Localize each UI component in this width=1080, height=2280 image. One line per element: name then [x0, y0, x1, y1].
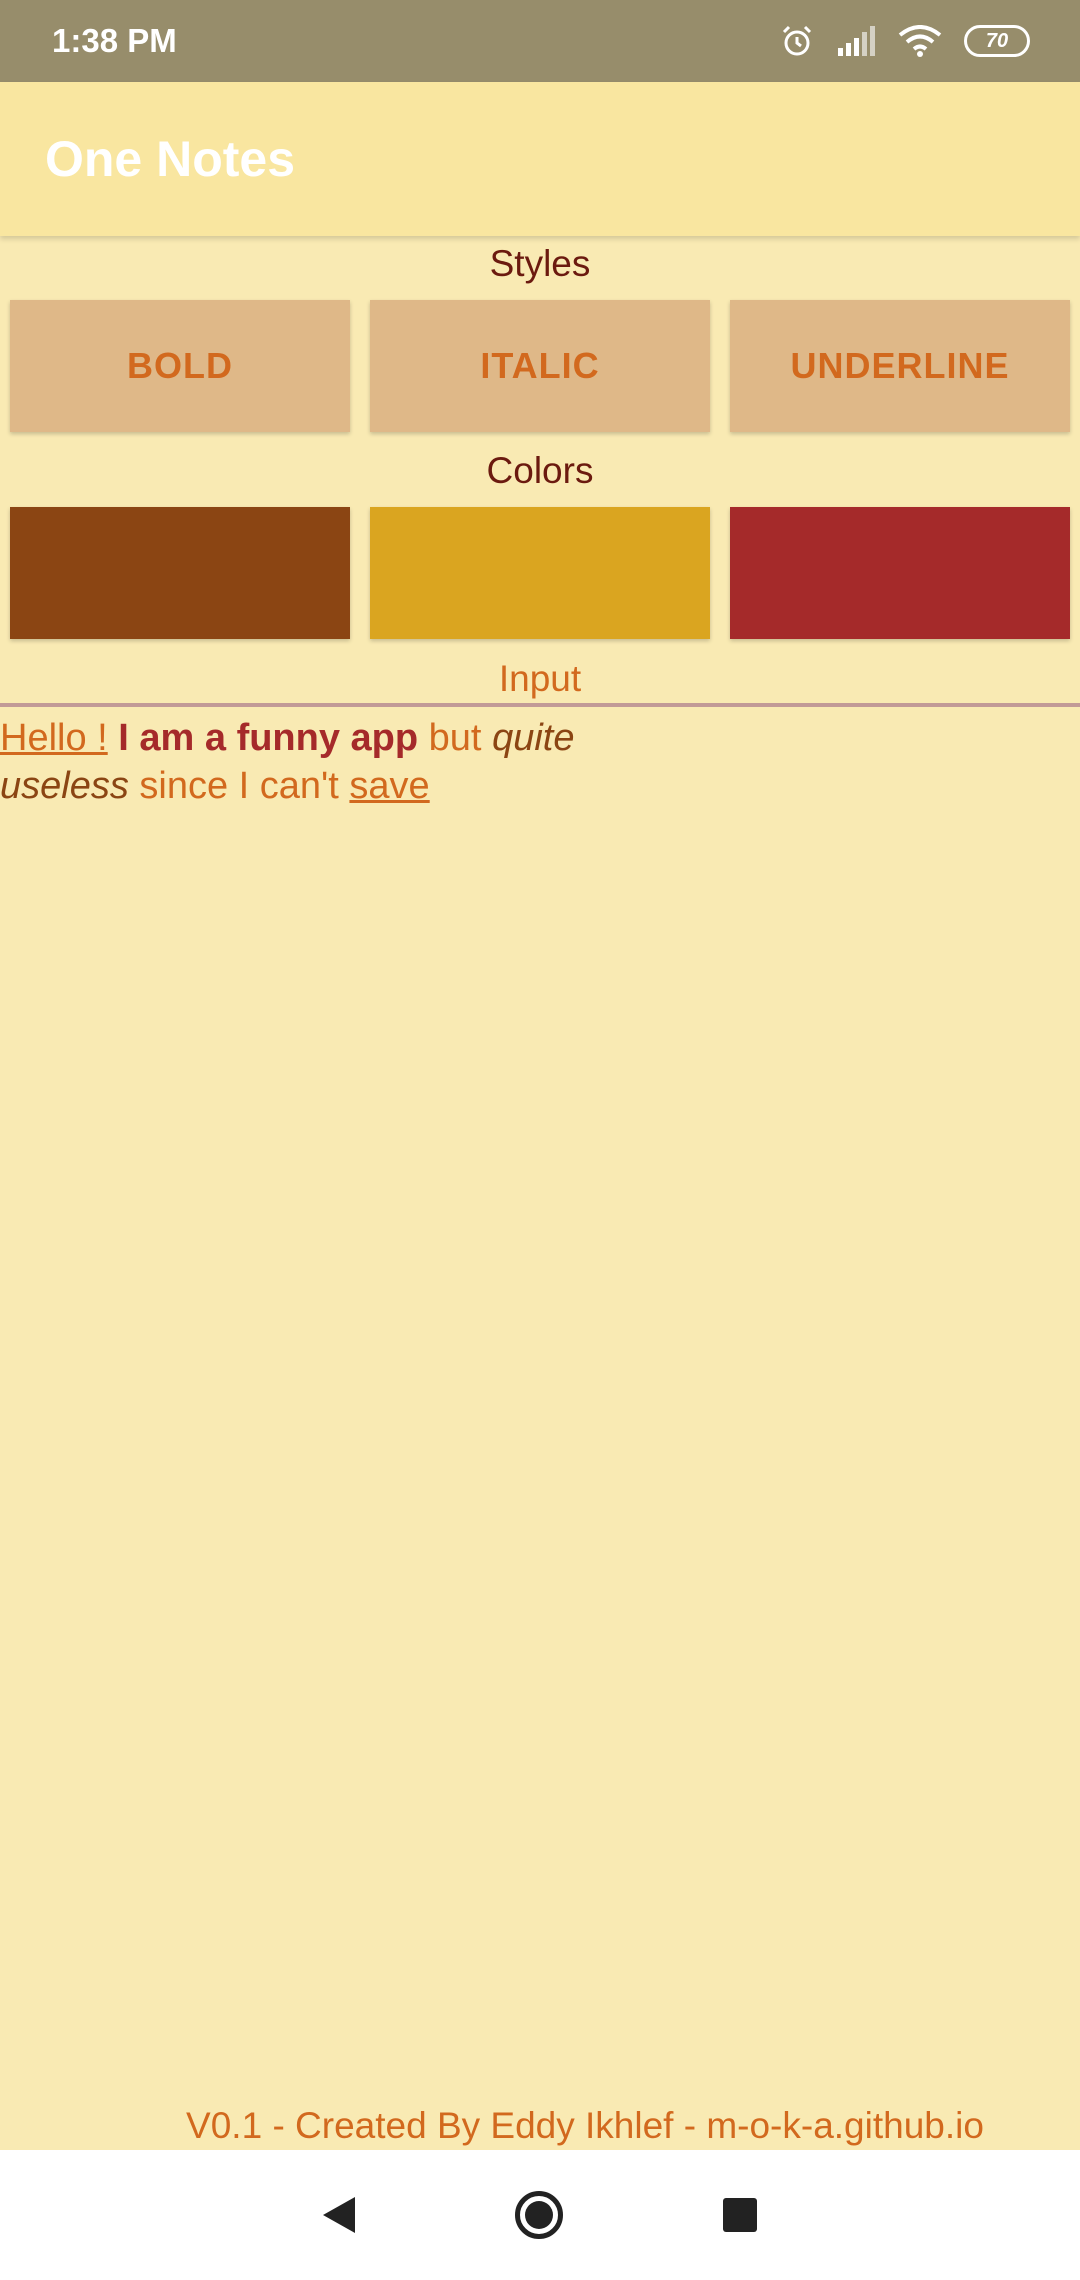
status-icons: 70: [780, 24, 1030, 58]
underline-button[interactable]: UNDERLINE: [730, 300, 1070, 432]
text-space: [108, 717, 119, 759]
text-underlined-save: save: [349, 765, 430, 807]
input-divider: [0, 703, 1080, 707]
text-plain-but: but: [418, 717, 493, 759]
color-red-button[interactable]: [730, 507, 1070, 639]
color-buttons: [10, 507, 1070, 639]
color-brown-button[interactable]: [10, 507, 350, 639]
app-title: One Notes: [45, 131, 296, 187]
bold-button[interactable]: BOLD: [10, 300, 350, 432]
signal-icon: [838, 26, 875, 56]
styles-label: Styles: [489, 243, 591, 284]
navigation-bar: [0, 2150, 1080, 2280]
back-icon[interactable]: [323, 2197, 355, 2233]
battery-level: 70: [985, 29, 1009, 52]
text-bold: I am a funny app: [118, 717, 419, 759]
text-plain-since: since I can't: [128, 765, 350, 807]
app-bar: One Notes: [0, 82, 1080, 236]
colors-label: Colors: [486, 450, 594, 491]
text-underlined-hello: Hello !: [0, 717, 108, 759]
wifi-icon: [898, 25, 942, 57]
color-gold-button[interactable]: [370, 507, 710, 639]
battery-icon: 70: [964, 25, 1030, 57]
note-editor[interactable]: Hello ! I am a funny app but quite usele…: [0, 714, 620, 810]
status-time: 1:38 PM: [52, 22, 177, 59]
footer-credits: V0.1 - Created By Eddy Ikhlef - m-o-k-a.…: [186, 2105, 984, 2146]
recents-icon[interactable]: [723, 2198, 757, 2232]
input-label: Input: [498, 658, 582, 699]
alarm-icon: [782, 25, 812, 56]
style-buttons: BOLD ITALIC UNDERLINE: [10, 300, 1070, 432]
italic-button[interactable]: ITALIC: [370, 300, 710, 432]
home-icon[interactable]: [515, 2191, 563, 2239]
status-bar: 1:38 PM 70: [0, 0, 1080, 82]
